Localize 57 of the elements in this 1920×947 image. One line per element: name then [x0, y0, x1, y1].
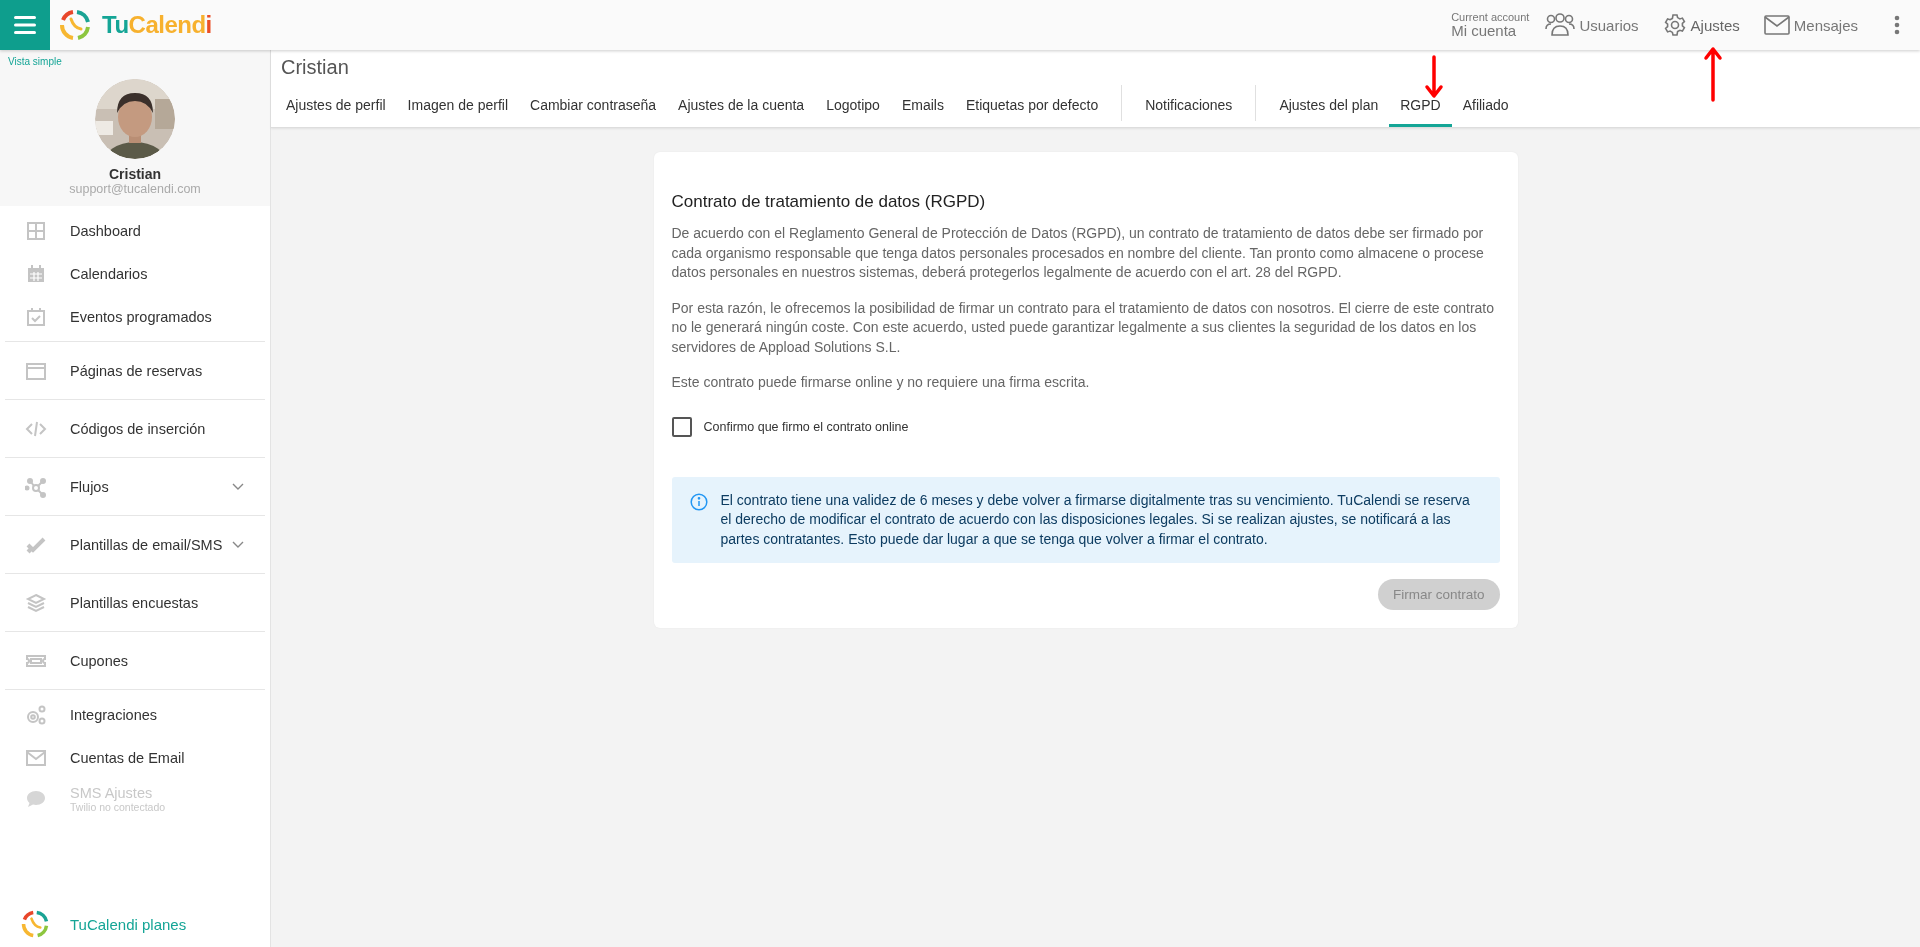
sidebar-item[interactable]: Flujos [5, 465, 265, 508]
paragraph: De acuerdo con el Reglamento General de Protección de Datos (RGPD), un contrato de tratamiento de datos debe ser firmado por cada organismo responsable que tenga datos personales procesados en nombre del cliente. Tan pronto como almacene o procese datos personales en nuestros sistemas, deberá protegerlos legalmente de acuerdo con el art. 28 del RGPD. [671, 224, 1485, 282]
account-name[interactable]: Mi cuenta [1451, 23, 1530, 38]
envelope-icon [1763, 15, 1790, 35]
settings-tab[interactable]: Etiquetas por defecto [954, 85, 1110, 127]
profile-name: Cristian [108, 166, 162, 182]
sidebar-item[interactable]: Plantillas encuestas [5, 581, 265, 624]
chevron-down-icon [232, 482, 244, 491]
settings-tab[interactable]: Emails [890, 85, 955, 127]
logo-icon [20, 909, 50, 939]
topbar-link[interactable]: Usuarios [1545, 13, 1639, 37]
checkbox-label: Confirmo que firmo el contrato online [703, 419, 909, 434]
sidebar-item[interactable]: Dashboard [5, 209, 265, 252]
menu-icon [14, 16, 36, 34]
sidebar-item[interactable]: Códigos de inserción [5, 407, 265, 450]
settings-tab[interactable]: Logotipo [815, 85, 891, 127]
settings-tab[interactable]: RGPD [1389, 85, 1452, 127]
layers-icon [25, 591, 47, 614]
profile-email: support@tucalendi.com [69, 182, 201, 196]
chevron-down-icon [232, 540, 244, 549]
sidebar-item[interactable]: Páginas de reservas [5, 349, 265, 392]
confirm-checkbox[interactable] [671, 416, 692, 437]
settings-tab[interactable]: Notificaciones [1134, 85, 1244, 127]
settings-tab[interactable]: Ajustes del plan [1268, 85, 1390, 127]
info-text: El contrato tiene una validez de 6 meses y debe volver a firmarse digitalmente tras su vencimiento. TuCalendi se reserva el derecho de modificar el contrato de acuerdo con las disposiciones legales. Si se realizan ajustes, se notificará a las partes contratantes. Esto puede dar lugar a que se tenga que volver a firmar el contrato. [720, 490, 1471, 549]
sidebar-item[interactable]: Cupones [5, 639, 265, 682]
calendar-icon [25, 262, 47, 285]
annotation-arrow [1703, 46, 1723, 102]
settings-tab[interactable]: Imagen de perfil [396, 85, 519, 127]
settings-tab[interactable]: Ajustes de la cuenta [667, 85, 816, 127]
card-title: Contrato de tratamiento de datos (RGPD) [671, 192, 987, 212]
topbar-link[interactable]: Mensajes [1763, 15, 1858, 35]
sidebar-item[interactable]: Calendarios [5, 252, 265, 295]
grid-icon [25, 219, 47, 242]
paragraph: Por esta razón, le ofrecemos la posibilidad de firmar un contrato para el tratamiento de datos con nosotros. El cierre de este contrato no le generará ningún coste. Con este acuerdo, usted puede garantizar legalmente a sus clientes la seguridad de los datos en los servidores de Appload Solutions S.L. [671, 298, 1496, 357]
sidebar-item[interactable]: Cuentas de Email [5, 736, 265, 779]
logo-text: TuCalendi [102, 11, 212, 39]
topbar-link[interactable]: Ajustes [1662, 13, 1740, 37]
settings-tab[interactable]: Cambiar contraseña [519, 85, 668, 127]
annotation-arrow [1424, 55, 1444, 99]
calendar-check-icon [25, 305, 47, 328]
settings-tab[interactable]: Ajustes de perfil [275, 85, 397, 127]
page-title: Cristian [281, 56, 349, 79]
logo-icon [58, 8, 92, 42]
sidebar-item[interactable]: Plantillas de email/SMS [5, 523, 265, 566]
users-icon [1545, 13, 1576, 37]
paragraph: Este contrato puede firmarse online y no requiere una firma escrita. [671, 373, 1091, 392]
settings-tab[interactable]: Afiliado [1451, 85, 1520, 127]
nodes-icon [25, 475, 47, 498]
account-caption: Current account [1451, 12, 1530, 23]
sidebar-item[interactable]: Eventos programados [5, 295, 265, 338]
sidebar-item[interactable]: Integraciones [5, 693, 265, 736]
info-icon [689, 492, 708, 511]
menu-button[interactable] [0, 0, 50, 50]
gears-icon [25, 703, 47, 726]
chat-bubble-icon [25, 788, 47, 810]
settings-icon [1662, 13, 1687, 37]
